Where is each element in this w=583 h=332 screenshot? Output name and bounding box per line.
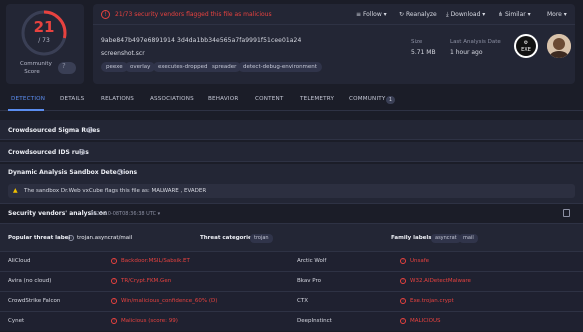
tabs-bar: DETECTION DETAILS RELATIONS ASSOCIATIONS… <box>0 90 583 111</box>
gear-icon: ⚙ <box>523 40 529 46</box>
vendor-name: CTX <box>297 298 308 304</box>
copy-icon[interactable] <box>563 209 570 217</box>
file-hash[interactable]: 9abe847b497e6891914 3d4da1bb34e565a7fa99… <box>101 37 301 44</box>
last-analysis-value: 1 hour ago <box>450 49 483 56</box>
active-tab-indicator <box>8 109 44 111</box>
info-icon[interactable]: i <box>79 149 85 155</box>
detection-total: / 73 <box>38 37 50 44</box>
detection-score-card: 21 / 73 Community Score ? <box>6 4 84 84</box>
detection-count: 21 <box>33 18 55 36</box>
last-analysis-label: Last Analysis Date <box>450 39 501 45</box>
vendor-name: CrowdStrike Falcon <box>8 298 61 304</box>
alert-icon: ! <box>111 318 117 324</box>
vendor-result: Exe.trojan.crypt <box>410 298 454 304</box>
file-tag[interactable]: overlay <box>125 62 156 72</box>
tab-community[interactable]: COMMUNITY <box>349 96 386 102</box>
refresh-icon: ↻ <box>399 11 406 18</box>
file-info-card: ! 21/73 security vendors flagged this fi… <box>93 4 575 84</box>
vendor-result: Unsafe <box>410 258 430 264</box>
analysis-date-dropdown[interactable]: 2025-10-08T08:36:38 UTC ▾ <box>90 211 160 217</box>
vendor-name: Cynet <box>8 318 25 324</box>
follow-icon: ≡ <box>356 11 363 18</box>
community-count-badge: 1 <box>386 96 395 104</box>
threat-categories-title: Threat categories <box>200 235 256 241</box>
exe-file-type-icon: ⚙ EXE <box>514 34 538 58</box>
more-button[interactable]: More ▾ <box>547 11 567 18</box>
tab-telemetry[interactable]: TELEMETRY <box>300 96 334 102</box>
threat-summary-row: Popular threat label i trojan.asyncrat/m… <box>0 223 583 251</box>
threat-category-chip[interactable]: trojan <box>250 234 273 243</box>
alert-icon: ! <box>111 258 117 264</box>
sandbox-alert-text: The sandbox Dr.Web vxCube flags this fil… <box>24 188 207 194</box>
vendors-analysis-section: Security vendors' analysis on 2025-10-08… <box>0 206 583 332</box>
vendor-row: Cynet ! Malicious (score: 99) DeepInstin… <box>0 311 583 331</box>
tab-relations[interactable]: RELATIONS <box>101 96 134 102</box>
alert-icon: ! <box>400 298 406 304</box>
sandbox-alert: ▲ The sandbox Dr.Web vxCube flags this f… <box>8 184 575 198</box>
similar-icon: ⋔ <box>498 11 505 18</box>
vendor-row: AliCloud ! Backdoor:MSIL/Sabsik.ET Arcti… <box>0 251 583 271</box>
alert-icon: ! <box>400 318 406 324</box>
vendor-row: CrowdStrike Falcon ! Win/malicious_confi… <box>0 291 583 311</box>
alert-icon: ! <box>400 258 406 264</box>
popular-threat-label-title: Popular threat label <box>8 235 71 241</box>
info-icon[interactable]: i <box>68 235 74 241</box>
vendor-row: Avira (no cloud) ! TR/Crypt.FKM.Gen Bkav… <box>0 271 583 291</box>
tab-behavior[interactable]: BEHAVIOR <box>208 96 238 102</box>
info-icon[interactable]: i <box>117 169 123 175</box>
vendor-name: DeepInstinct <box>297 318 332 324</box>
reanalyze-button[interactable]: ↻ Reanalyze <box>399 11 437 18</box>
sandbox-detections-section[interactable]: Dynamic Analysis Sandbox Detections i ▲ … <box>0 164 583 204</box>
community-score-toggle[interactable]: ? <box>58 62 76 74</box>
vendor-result: Win/malicious_confidence_60% (D) <box>121 298 218 304</box>
family-label-chip[interactable]: asyncrat <box>431 234 461 243</box>
similar-button[interactable]: ⋔ Similar ▾ <box>498 11 531 18</box>
size-value: 5.71 MB <box>411 49 436 56</box>
warning-icon: ▲ <box>13 187 18 194</box>
user-avatar[interactable] <box>547 34 571 58</box>
file-tag[interactable]: peexe <box>101 62 128 72</box>
malicious-banner-text: 21/73 security vendors flagged this file… <box>115 11 272 18</box>
tab-details[interactable]: DETAILS <box>60 96 84 102</box>
vendor-name: Arctic Wolf <box>297 258 327 264</box>
malicious-banner: ! 21/73 security vendors flagged this fi… <box>93 4 575 25</box>
alert-icon: ! <box>111 278 117 284</box>
sigma-rules-section[interactable]: Crowdsourced Sigma Rules i <box>0 120 583 140</box>
ids-rules-section[interactable]: Crowdsourced IDS rules i <box>0 142 583 162</box>
vendor-result: W32.AIDetectMalware <box>410 278 471 284</box>
tab-associations[interactable]: ASSOCIATIONS <box>150 96 194 102</box>
file-type-label: EXE <box>521 47 531 53</box>
community-score-label: Community Score <box>20 61 52 75</box>
family-labels-title: Family labels <box>391 235 432 241</box>
vendor-name: Avira (no cloud) <box>8 278 52 284</box>
tab-detection[interactable]: DETECTION <box>11 96 45 102</box>
size-label: Size <box>411 39 423 45</box>
file-tag[interactable]: spreader <box>207 62 242 72</box>
vendor-name: AliCloud <box>8 258 31 264</box>
file-name: screenshot.scr <box>101 50 145 57</box>
alert-icon: ! <box>111 298 117 304</box>
file-tag[interactable]: detect-debug-environment <box>238 62 322 72</box>
vendor-result: TR/Crypt.FKM.Gen <box>121 278 172 284</box>
alert-icon: ! <box>101 10 110 19</box>
community-score-value: ? <box>62 62 66 70</box>
alert-icon: ! <box>400 278 406 284</box>
vendor-result: Backdoor:MSIL/Sabsik.ET <box>121 258 190 264</box>
family-label-chip[interactable]: mail <box>459 234 478 243</box>
vendor-name: Bkav Pro <box>297 278 321 284</box>
vendor-result: MALICIOUS <box>410 318 441 324</box>
tab-content[interactable]: CONTENT <box>255 96 283 102</box>
avatar-image <box>547 34 571 58</box>
ids-rules-title: Crowdsourced IDS rules <box>8 149 89 156</box>
info-icon[interactable]: i <box>87 127 93 133</box>
download-button[interactable]: ⤓ Download ▾ <box>446 11 485 19</box>
vendor-result: Malicious (score: 99) <box>121 318 178 324</box>
follow-button[interactable]: ≡ Follow ▾ <box>356 11 387 18</box>
popular-threat-label-value[interactable]: trojan.asyncrat/mail <box>77 235 132 241</box>
